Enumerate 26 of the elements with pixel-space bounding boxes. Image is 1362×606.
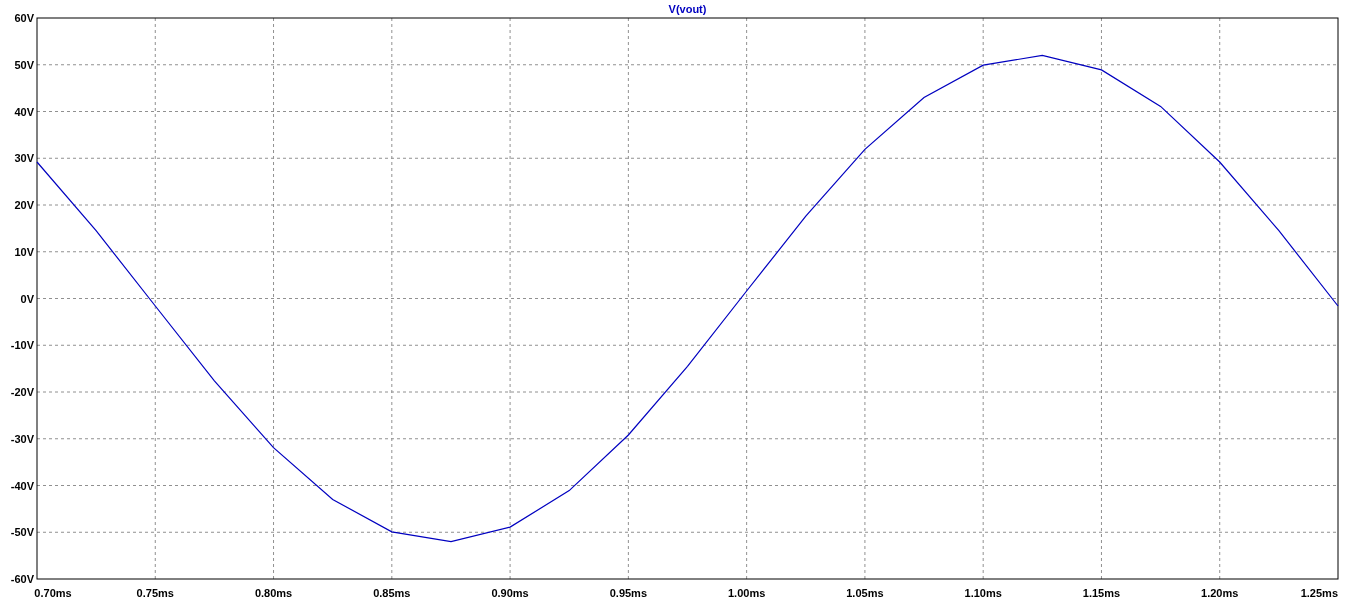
x-tick-label: 1.15ms [1082,587,1121,599]
x-tick-label: 1.05ms [846,587,884,599]
y-tick-label: 0V [20,292,34,305]
x-tick-label: 0.75ms [136,587,174,599]
y-tick-label: -30V [10,432,34,445]
x-tick-label: 0.70ms [34,587,72,599]
y-tick-label: 40V [14,105,34,118]
y-tick-label: 60V [14,12,34,24]
x-tick-label: 1.20ms [1201,587,1239,599]
x-tick-label: 1.10ms [964,587,1002,599]
y-tick-label: 50V [14,58,34,71]
y-tick-label: -10V [10,339,34,352]
x-tick-label: 1.25ms [1300,587,1338,599]
y-tick-label: 30V [14,152,34,165]
x-tick-label: 0.85ms [373,587,411,599]
x-tick-label: 0.80ms [254,587,293,599]
x-tick-label: 0.90ms [491,587,529,599]
y-tick-label: -60V [10,573,34,585]
x-tick-label: 0.95ms [609,587,647,599]
chart-title: V(vout) [668,3,707,15]
y-tick-label: -40V [10,479,34,492]
x-tick-label: 1.00ms [728,587,766,599]
y-tick-label: 10V [14,245,34,258]
y-tick-label: -20V [10,386,34,398]
y-tick-label: 20V [14,199,34,211]
y-tick-label: -50V [10,526,34,539]
